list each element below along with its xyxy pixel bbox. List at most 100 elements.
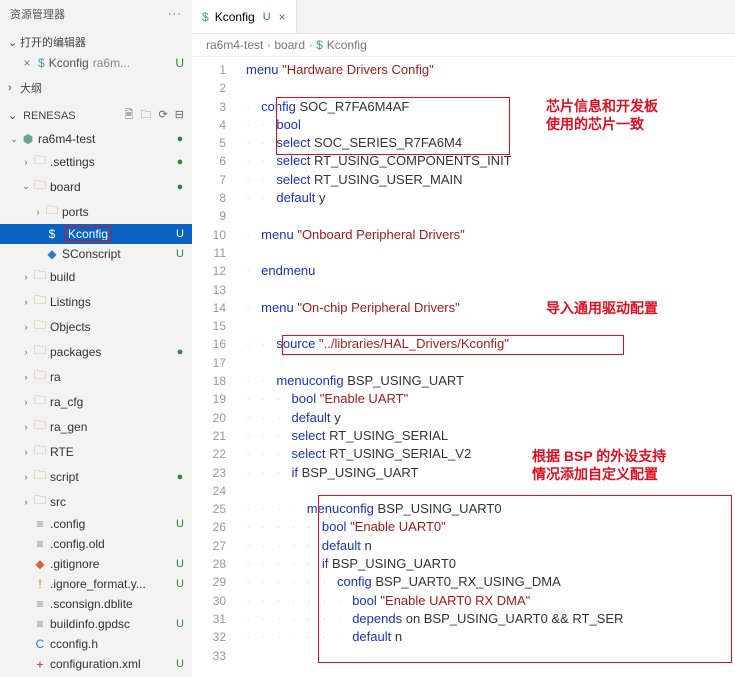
file-icon: ≡ [32,537,48,551]
tree-item-label: ra_gen [50,420,172,434]
chevron-right-icon: › [20,157,32,167]
tree-item[interactable]: ›🗀src [0,489,192,514]
git-status: ● [172,156,188,168]
folder-icon: 🗀 [32,316,48,337]
folder-icon: 🗀 [32,391,48,412]
tree-item[interactable]: ›🗀ra_cfg [0,389,192,414]
chevron-right-icon: › [20,272,32,282]
git-status: U [172,228,188,240]
tree-item-label: Kconfig [62,227,172,241]
tree-item-label: .config.old [50,537,172,551]
new-file-icon[interactable]: 🗎 [125,109,134,121]
file-icon: C [32,637,48,651]
tree-item[interactable]: ◆SConscriptU [0,244,192,264]
chevron-down-icon: ⌄ [8,134,20,145]
file-icon: ᚐ [32,657,48,671]
more-icon[interactable]: ··· [168,8,182,20]
tree-item[interactable]: ›🗀ports [0,199,192,224]
chevron-right-icon: › [8,82,20,94]
chevron-right-icon: › [20,322,32,332]
editor: $ Kconfig U × ra6m4-test› board› $ Kconf… [192,0,735,677]
folder-icon: 🗀 [32,441,48,462]
explorer-header: 资源管理器 ··· [0,0,192,28]
tree-item[interactable]: ⌄🗀board● [0,174,192,199]
git-status: U [172,248,188,260]
tree-item-label: ra [50,370,172,384]
sidebar: 资源管理器 ··· ⌄ 打开的编辑器 × $ Kconfig ra6m... U… [0,0,192,677]
refresh-icon[interactable]: ⟳ [159,109,168,121]
chevron-right-icon: › [20,297,32,307]
open-editors-header[interactable]: ⌄ 打开的编辑器 [0,30,192,54]
chevron-right-icon: › [20,422,32,432]
tree-item[interactable]: Ccconfig.h [0,634,192,654]
folder-icon: 🗀 [32,151,48,172]
git-status: ● [172,181,188,193]
tree-item-label: SConscript [62,247,172,261]
chevron-down-icon: ⌄ [8,109,20,122]
tree-item-label: Listings [50,295,172,309]
project-icon: ⬢ [20,132,36,146]
chevron-down-icon: ⌄ [20,181,32,192]
git-status: U [172,578,188,590]
folder-icon: 🗀 [44,201,60,222]
chevron-right-icon: › [20,397,32,407]
file-icon: ≡ [32,597,48,611]
tree-item[interactable]: ◆.gitignoreU [0,554,192,574]
tree-item[interactable]: ›🗀ra_gen [0,414,192,439]
tree-item[interactable]: ›🗀Objects [0,314,192,339]
tab-kconfig[interactable]: $ Kconfig U × [192,0,297,33]
explorer-title: 资源管理器 [10,6,65,22]
tree-item[interactable]: $KconfigU [0,224,192,244]
tree-item[interactable]: ›🗀.settings● [0,149,192,174]
tree-item-label: script [50,470,172,484]
tree-item-label: Objects [50,320,172,334]
open-editor-item[interactable]: × $ Kconfig ra6m... U [0,54,192,72]
chevron-right-icon: › [20,497,32,507]
tree-item[interactable]: ›🗀ra [0,364,192,389]
dollar-icon: $ [38,56,45,70]
close-icon[interactable]: × [20,56,34,70]
tree-item[interactable]: ≡buildinfo.gpdscU [0,614,192,634]
tree-item[interactable]: ›🗀Listings [0,289,192,314]
folder-icon: 🗀 [32,491,48,512]
tree-item[interactable]: ≡.config.old [0,534,192,554]
workspace-header[interactable]: ⌄ RENESAS 🗎 🗀 ⟳ ⊟ [0,102,192,129]
tree-item[interactable]: ›🗀script● [0,464,192,489]
tree-item-label: buildinfo.gpdsc [50,617,172,631]
collapse-icon[interactable]: ⊟ [175,109,184,121]
file-icon: ◆ [32,557,48,571]
chevron-right-icon: › [20,372,32,382]
git-status: ● [172,471,188,483]
file-icon: ! [32,577,48,591]
tree-item[interactable]: ≡.configU [0,514,192,534]
chevron-right-icon: › [20,447,32,457]
new-folder-icon[interactable]: 🗀 [140,109,151,121]
tree-item-label: ra_cfg [50,395,172,409]
tree-item[interactable]: ›🗀packages● [0,339,192,364]
tree-item-label: .ignore_format.y... [50,577,172,591]
file-tree: ⌄ ⬢ ra6m4-test ● ›🗀.settings●⌄🗀board●›🗀p… [0,129,192,677]
close-icon[interactable]: × [279,10,286,24]
tree-item[interactable]: ›🗀build [0,264,192,289]
tree-item-label: ports [62,205,172,219]
breadcrumb[interactable]: ra6m4-test› board› $ Kconfig [192,34,735,57]
code-editor[interactable]: 1234567891011121314151617181920212223242… [192,57,735,677]
tree-item-label: board [50,180,172,194]
folder-icon: 🗀 [32,366,48,387]
tree-item[interactable]: ᚐconfiguration.xmlU [0,654,192,674]
tree-item[interactable]: ›🗀RTE [0,439,192,464]
outline-header[interactable]: › 大纲 [0,76,192,100]
chevron-right-icon: › [32,207,44,217]
tree-item-label: .config [50,517,172,531]
dollar-icon: $ [202,10,209,24]
chevron-right-icon: › [20,472,32,482]
tree-item-label: src [50,495,172,509]
tree-root[interactable]: ⌄ ⬢ ra6m4-test ● [0,129,192,149]
tree-item-label: build [50,270,172,284]
code-lines: menu "Hardware Drivers Config"· config S… [246,61,735,665]
tree-item[interactable]: ≡.sconsign.dblite [0,594,192,614]
tree-item[interactable]: !.ignore_format.y...U [0,574,192,594]
file-icon: $ [44,227,60,241]
folder-icon: 🗀 [32,291,48,312]
git-status: ● [172,346,188,358]
